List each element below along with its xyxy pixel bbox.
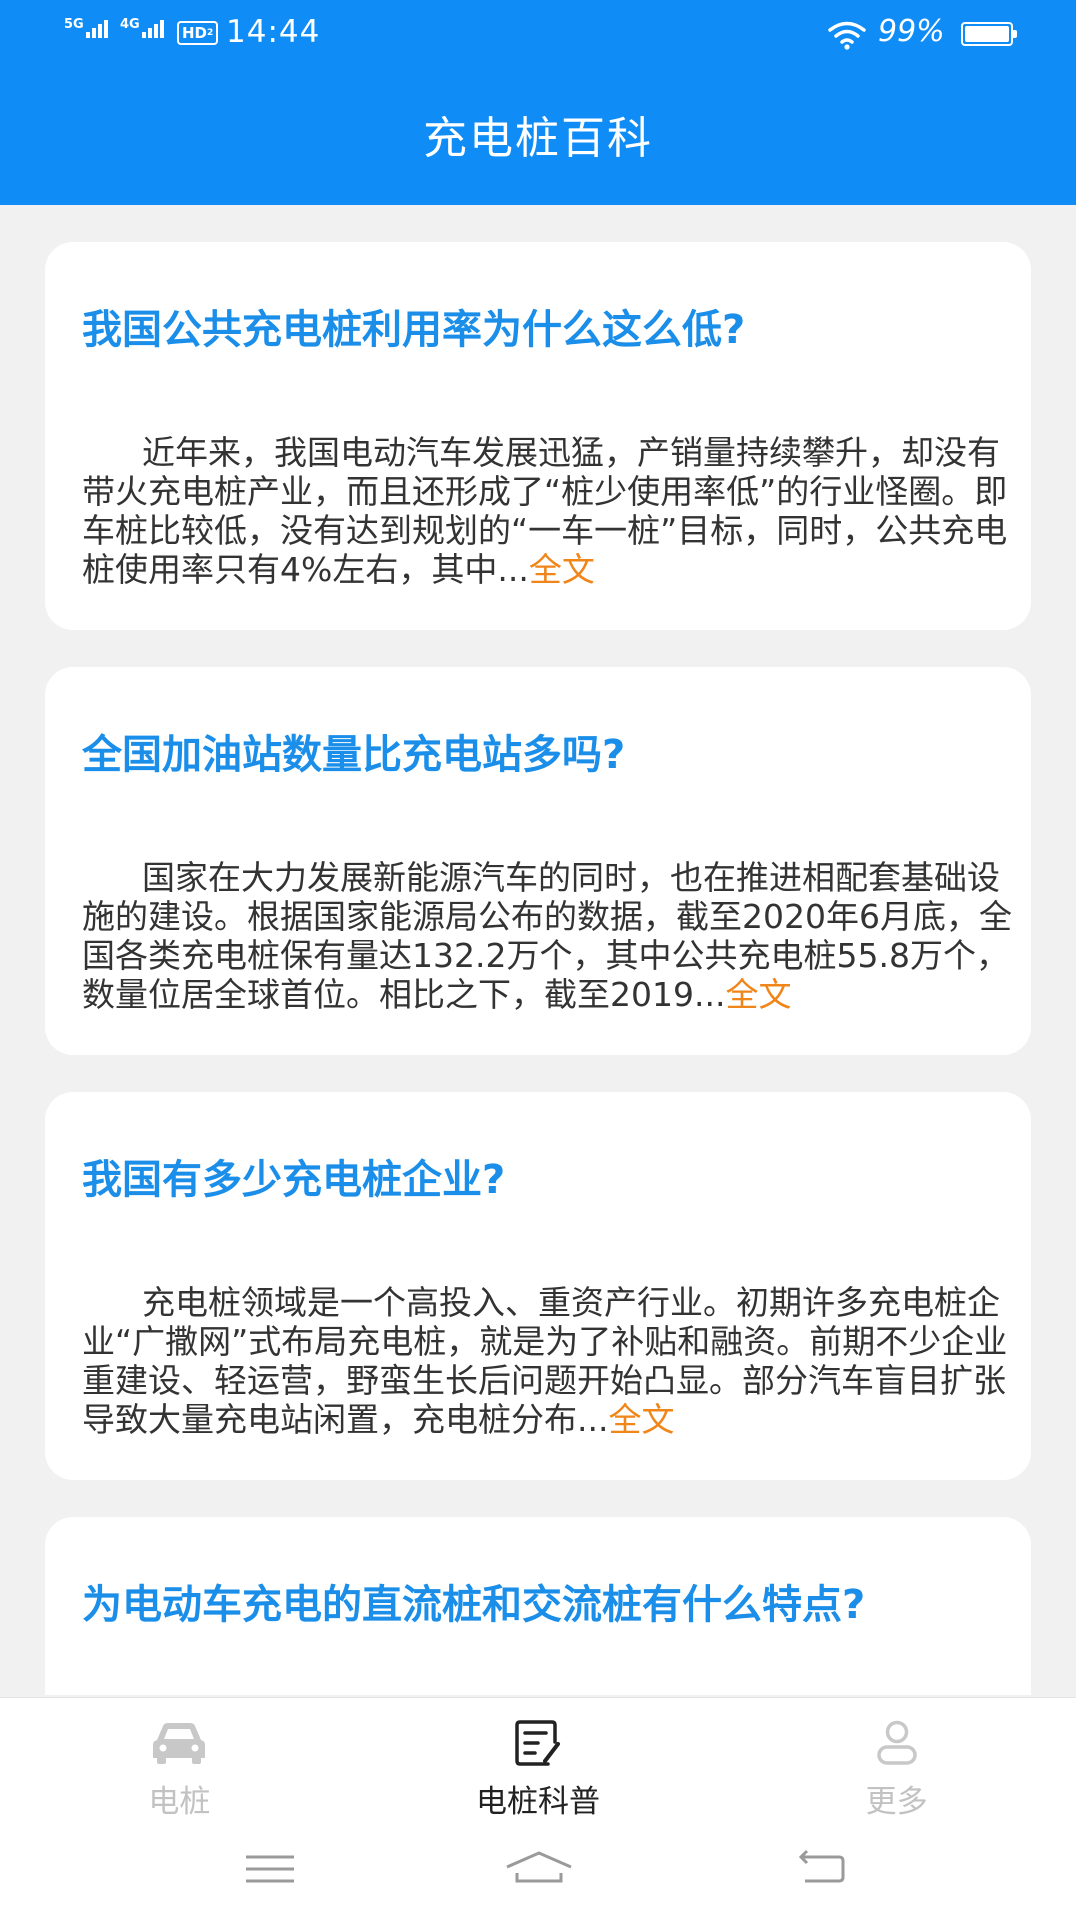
battery-level-fill [965,26,1009,42]
network-4g-label: 4G [120,17,140,32]
read-more-link[interactable]: 全文 [529,550,595,589]
app-screen: 5G 4G HD2 14:44 99% 充电桩百科 我国公共充电桩利用率为什么这… [0,0,1076,1916]
article-card-1[interactable]: 我国公共充电桩利用率为什么这么低? 近年来，我国电动汽车发展迅猛，产销量持续攀升… [45,242,1031,630]
article-title[interactable]: 为电动车充电的直流桩和交流桩有什么特点? [82,1580,1002,1630]
menu-icon[interactable] [244,1849,296,1889]
article-icon [515,1720,560,1766]
read-more-link[interactable]: 全文 [725,975,791,1014]
article-title[interactable]: 我国有多少充电桩企业? [82,1155,1002,1205]
article-title[interactable]: 全国加油站数量比充电站多吗? [82,730,1002,780]
bottom-tab-bar: 电桩 电桩科普 更多 [0,1697,1076,1820]
article-excerpt: 充电桩领域是一个高投入、重资产行业。初期许多充电桩企业“广撒网”式布局充电桩，就… [82,1283,1022,1439]
tab-knowledge[interactable]: 电桩科普 [359,1698,718,1820]
tab-charging-pile[interactable]: 电桩 [0,1698,359,1820]
signal-5g-icon: 5G [64,18,108,38]
user-icon [876,1720,917,1765]
wifi-icon [828,21,866,50]
network-5g-label: 5G [64,17,84,32]
battery-percent: 99% [878,14,945,49]
back-icon[interactable] [795,1849,847,1889]
read-more-link[interactable]: 全文 [608,1400,674,1439]
hd-label: HD [182,24,208,42]
status-time: 14:44 [226,14,321,50]
tab-more[interactable]: 更多 [717,1698,1076,1820]
excerpt-text: 国家在大力发展新能源汽车的同时，也在推进相配套基础设施的建设。根据国家能源局公布… [82,858,1012,1014]
article-card-2[interactable]: 全国加油站数量比充电站多吗? 国家在大力发展新能源汽车的同时，也在推进相配套基础… [45,667,1031,1055]
article-list[interactable]: 我国公共充电桩利用率为什么这么低? 近年来，我国电动汽车发展迅猛，产销量持续攀升… [0,205,1076,1695]
page-title: 充电桩百科 [423,113,653,164]
home-icon[interactable] [504,1849,574,1889]
article-card-4[interactable]: 为电动车充电的直流桩和交流桩有什么特点? [45,1517,1031,1695]
article-excerpt: 近年来，我国电动汽车发展迅猛，产销量持续攀升，却没有带火充电桩产业，而且还形成了… [82,433,1022,589]
hd-sub-label: 2 [207,28,214,38]
header-bar: 5G 4G HD2 14:44 99% 充电桩百科 [0,0,1076,205]
car-icon [153,1723,206,1764]
signal-4g-icon: 4G [120,18,164,38]
article-excerpt: 国家在大力发展新能源汽车的同时，也在推进相配套基础设施的建设。根据国家能源局公布… [82,858,1022,1014]
article-card-3[interactable]: 我国有多少充电桩企业? 充电桩领域是一个高投入、重资产行业。初期许多充电桩企业“… [45,1092,1031,1480]
article-title[interactable]: 我国公共充电桩利用率为什么这么低? [82,305,1002,355]
system-nav-bar [0,1815,1076,1916]
status-bar: 5G 4G HD2 14:44 99% [0,0,1076,68]
hd-voice-icon: HD2 [177,21,219,45]
excerpt-text: 充电桩领域是一个高投入、重资产行业。初期许多充电桩企业“广撒网”式布局充电桩，就… [82,1283,1008,1439]
battery-icon [961,22,1017,46]
